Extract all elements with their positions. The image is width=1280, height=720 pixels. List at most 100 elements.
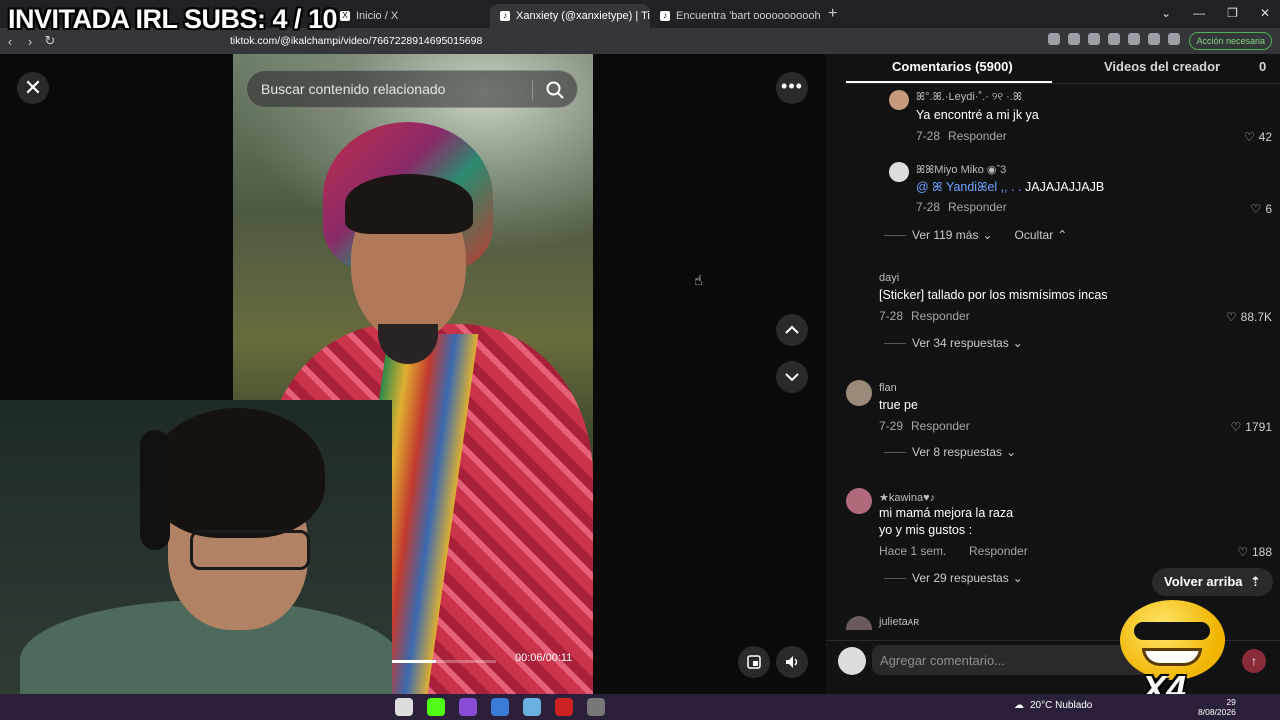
- previous-video-button[interactable]: [776, 314, 808, 346]
- windows-taskbar: ☁ 20°C Nublado 29 8/08/2026: [0, 694, 1280, 720]
- send-comment-button[interactable]: ↑: [1242, 649, 1266, 673]
- reload-icon[interactable]: ↻: [40, 33, 60, 49]
- reply-button[interactable]: Responder: [948, 129, 1007, 143]
- extension-icon[interactable]: [1148, 33, 1160, 45]
- avatar[interactable]: [846, 488, 872, 514]
- view-more-replies[interactable]: Ver 29 respuestas ⌄: [884, 571, 1023, 585]
- comment-username[interactable]: ꕤꕤMiyo Miko ◉ˆ3: [916, 163, 1006, 177]
- more-dots-icon: •••: [781, 76, 803, 96]
- comment-text: mi mamá mejora la raza: [879, 506, 1014, 520]
- volume-icon: [786, 656, 798, 668]
- taskbar-app-icon[interactable]: [587, 698, 605, 716]
- forward-icon[interactable]: ›: [20, 34, 40, 49]
- new-tab-icon[interactable]: +: [828, 5, 837, 23]
- like-count-value: 88.7K: [1240, 310, 1272, 324]
- extension-icon[interactable]: [1168, 33, 1180, 45]
- like-count[interactable]: ♡ 42: [1244, 130, 1272, 144]
- back-icon[interactable]: ‹: [0, 34, 20, 49]
- volume-button[interactable]: [776, 646, 808, 678]
- tab-label: Inicio / X: [356, 10, 399, 22]
- reply-button[interactable]: Responder: [911, 309, 970, 323]
- minimize-icon[interactable]: —: [1193, 6, 1205, 20]
- comment-text-body: JAJAJAJJAJB: [1025, 180, 1105, 194]
- comment-username[interactable]: dayi: [879, 272, 899, 284]
- tiktok-logo-icon: ♪: [500, 11, 510, 21]
- like-count[interactable]: ♡ 88.7K: [1226, 310, 1272, 324]
- comment-item: ★kawina♥♪ mi mamá mejora la raza yo y mi…: [846, 488, 1280, 568]
- tab-creator-videos[interactable]: Videos del creador: [1104, 59, 1220, 74]
- comment-date: 7-29: [879, 419, 904, 433]
- like-count[interactable]: ♡ 6: [1251, 202, 1272, 216]
- view-more-label: Ver 29 respuestas: [912, 571, 1009, 585]
- active-tab-indicator: [846, 81, 1052, 83]
- back-to-top-button[interactable]: Volver arriba ⇡: [1152, 568, 1274, 596]
- reply-button[interactable]: Responder: [969, 544, 1028, 558]
- more-options-button[interactable]: •••: [776, 72, 808, 104]
- chevron-down-icon[interactable]: ⌄: [1161, 6, 1171, 20]
- related-search-input[interactable]: [261, 81, 531, 97]
- reply-button[interactable]: Responder: [911, 419, 970, 433]
- extension-icon[interactable]: [1088, 33, 1100, 45]
- obs-app-icon[interactable]: [555, 698, 573, 716]
- taskbar-app-icon[interactable]: [491, 698, 509, 716]
- divider: [884, 342, 906, 344]
- chevron-up-icon: [785, 325, 799, 334]
- video-progress-bar[interactable]: [376, 660, 496, 663]
- extension-icon[interactable]: [1128, 33, 1140, 45]
- like-count[interactable]: ♡ 1791: [1231, 420, 1272, 434]
- action-needed-button[interactable]: Acción necesaria: [1189, 32, 1272, 50]
- extension-icon[interactable]: [1068, 33, 1080, 45]
- system-clock[interactable]: 29 8/08/2026: [1198, 697, 1236, 717]
- comment-username[interactable]: julietaᴀʀ: [879, 616, 919, 628]
- tab-comments[interactable]: Comentarios (5900): [892, 59, 1013, 74]
- view-more-replies[interactable]: Ver 8 respuestas ⌄: [884, 445, 1016, 459]
- my-avatar: [838, 647, 866, 675]
- heart-icon: ♡: [1243, 130, 1255, 144]
- taskbar-app-icon[interactable]: [395, 698, 413, 716]
- avatar[interactable]: [889, 162, 909, 182]
- tab-tiktok-xanxiety[interactable]: ♪ Xanxiety (@xanxietype) | TikT... ×: [490, 4, 650, 28]
- next-video-button[interactable]: [776, 361, 808, 393]
- weather-widget[interactable]: ☁ 20°C Nublado: [1014, 700, 1092, 711]
- extension-icon[interactable]: [1048, 33, 1060, 45]
- chevron-down-icon: ⌄: [1012, 571, 1023, 585]
- tiktok-logo-icon: ♪: [660, 11, 670, 21]
- emoji-sunglasses: [1134, 622, 1210, 640]
- tab-tiktok-search[interactable]: ♪ Encuentra 'bart ooooooooooh ooooo...: [650, 4, 820, 28]
- close-video-button[interactable]: ✕: [17, 72, 49, 104]
- comment-username[interactable]: flan: [879, 382, 897, 394]
- kick-app-icon[interactable]: [427, 698, 445, 716]
- view-more-replies[interactable]: Ver 119 más ⌄ Ocultar ⌃: [884, 228, 1067, 242]
- view-more-replies[interactable]: Ver 34 respuestas ⌄: [884, 336, 1023, 350]
- close-window-icon[interactable]: ✕: [1260, 6, 1270, 20]
- browser-app-icon[interactable]: [459, 698, 477, 716]
- webcam-headphones: [140, 430, 170, 550]
- like-count-value: 42: [1258, 130, 1272, 144]
- search-icon[interactable]: [545, 80, 565, 100]
- tab-counter: 0: [1259, 59, 1267, 74]
- like-count[interactable]: ♡ 188: [1237, 545, 1272, 559]
- comment-username[interactable]: ★kawina♥♪: [879, 491, 935, 504]
- extension-icon[interactable]: [1108, 33, 1120, 45]
- url-text: tiktok.com/@ikalchampi/video/76672289146…: [230, 35, 483, 47]
- window-controls: ⌄ — ❐ ✕: [1161, 6, 1270, 20]
- cloud-icon: ☁: [1014, 700, 1024, 711]
- video-hair: [345, 174, 473, 234]
- comment-mention[interactable]: @ ꕤ Yandiꕤel ,, . .: [916, 180, 1025, 194]
- picture-in-picture-button[interactable]: [738, 646, 770, 678]
- comment-date: Hace 1 sem.: [879, 544, 947, 558]
- maximize-icon[interactable]: ❐: [1227, 6, 1238, 20]
- address-bar[interactable]: tiktok.com/@ikalchampi/video/76672289146…: [230, 31, 980, 51]
- tab-x-home[interactable]: X Inicio / X: [330, 4, 490, 28]
- double-chevron-up-icon: ⇡: [1250, 574, 1262, 589]
- hide-replies-label[interactable]: Ocultar: [1015, 228, 1054, 242]
- avatar[interactable]: [846, 272, 872, 298]
- tab-label: Encuentra 'bart ooooooooooh ooooo...: [676, 10, 820, 22]
- avatar[interactable]: [846, 616, 872, 630]
- comment-username[interactable]: ꕤ°.ꕤ.·Leydi·˚.· ୨୧ ·.ꕤ: [916, 91, 1022, 104]
- reply-button[interactable]: Responder: [948, 200, 1007, 214]
- avatar[interactable]: [889, 90, 909, 110]
- taskbar-app-icon[interactable]: [523, 698, 541, 716]
- avatar[interactable]: [846, 380, 872, 406]
- comment-item: ꕤꕤMiyo Miko ◉ˆ3 @ ꕤ Yandiꕤel ,, . . JAJA…: [846, 160, 1280, 220]
